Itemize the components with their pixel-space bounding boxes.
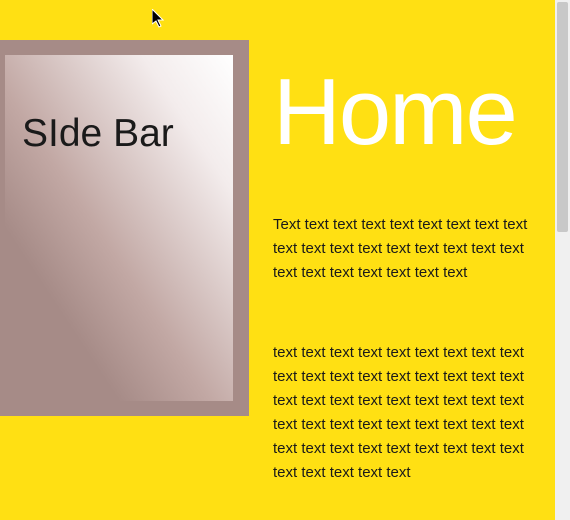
- body-paragraph-1: Text text text text text text text text …: [273, 213, 533, 285]
- scrollbar-track[interactable]: [555, 0, 570, 520]
- sidebar-gradient-panel: [5, 55, 233, 401]
- scrollbar-thumb[interactable]: [557, 2, 568, 232]
- cursor-icon: [152, 9, 168, 34]
- sidebar: [0, 40, 249, 416]
- sidebar-title: SIde Bar: [22, 112, 174, 156]
- body-paragraph-2: text text text text text text text text …: [273, 341, 533, 485]
- page-heading: Home: [273, 58, 516, 166]
